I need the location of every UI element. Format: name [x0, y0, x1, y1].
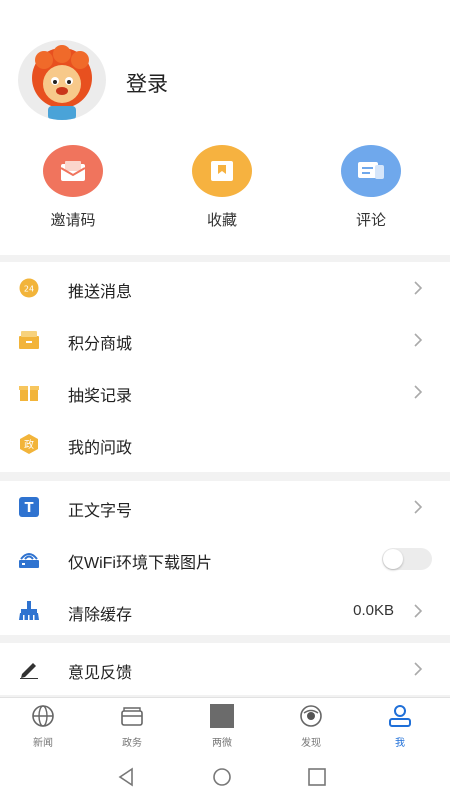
- recents-square-icon[interactable]: [307, 767, 327, 787]
- tab-label: 新闻: [33, 738, 53, 749]
- tab-government-affairs[interactable]: 政务: [102, 704, 162, 749]
- square-icon: [210, 704, 234, 728]
- menu-item-feedback[interactable]: 意见反馈: [0, 643, 450, 695]
- tab-label: 两微: [212, 738, 232, 749]
- tab-me[interactable]: 我: [370, 704, 430, 749]
- comments-label: 评论: [355, 212, 386, 229]
- chevron-right-icon: [414, 281, 423, 295]
- menu-item-lottery-records[interactable]: 抽奖记录: [0, 366, 450, 418]
- push-24h-icon: 24: [19, 278, 39, 298]
- menu-item-label: 仅WiFi环境下载图片: [68, 555, 212, 572]
- user-icon: [389, 705, 411, 727]
- folder-icon: [121, 707, 143, 726]
- chevron-right-icon: [414, 385, 423, 399]
- store-icon: [19, 331, 39, 349]
- tab-label: 政务: [122, 738, 142, 749]
- menu-item-points-mall[interactable]: 积分商城: [0, 314, 450, 366]
- envelope-icon: [43, 145, 103, 197]
- tab-news[interactable]: 新闻: [13, 704, 73, 749]
- back-triangle-icon[interactable]: [116, 767, 136, 787]
- bookmark-icon: [192, 145, 252, 197]
- avatar[interactable]: [18, 40, 106, 120]
- menu-item-label: 清除缓存: [68, 607, 133, 624]
- menu-item-push-messages[interactable]: 24 推送消息: [0, 262, 450, 314]
- login-button[interactable]: 登录: [126, 68, 168, 98]
- politics-badge-icon: 政: [20, 434, 38, 454]
- tab-discover[interactable]: 发现: [281, 704, 341, 749]
- menu-item-my-inquiries[interactable]: 政 我的问政: [0, 418, 450, 470]
- menu-item-font-size[interactable]: T 正文字号: [0, 481, 450, 533]
- discover-icon: [300, 705, 322, 727]
- wifi-only-toggle[interactable]: [382, 548, 432, 570]
- menu-item-clear-cache[interactable]: 清除缓存 0.0KB: [0, 585, 450, 637]
- menu-item-label: 积分商城: [68, 336, 133, 353]
- cache-size-value: 0.0KB: [353, 602, 394, 619]
- menu-item-label: 推送消息: [68, 284, 133, 301]
- menu-item-label: 正文字号: [68, 503, 133, 520]
- font-size-icon: T: [19, 497, 39, 517]
- menu-item-label: 我的问政: [68, 440, 133, 457]
- lion-mascot-icon: [32, 45, 92, 120]
- chevron-right-icon: [414, 662, 423, 676]
- menu-group-settings: T 正文字号 仅WiFi环境下载图片 清除缓存 0.0KB: [0, 481, 450, 635]
- invite-code-label: 邀请码: [50, 212, 96, 229]
- chevron-right-icon: [414, 333, 423, 347]
- comments-button[interactable]: 评论: [311, 145, 431, 230]
- menu-item-label: 抽奖记录: [68, 388, 133, 405]
- chevron-right-icon: [414, 604, 423, 618]
- gift-icon: [19, 386, 39, 401]
- tab-label: 我: [395, 738, 405, 749]
- menu-item-wifi-only-images: 仅WiFi环境下载图片: [0, 533, 450, 585]
- profile-header: 登录 邀请码 收藏 评论: [0, 0, 450, 255]
- svg-text:24: 24: [24, 285, 34, 294]
- pen-icon: [20, 663, 38, 679]
- tab-label: 发现: [301, 738, 321, 749]
- politics-badge-text: 政: [24, 438, 34, 451]
- tab-two-micro[interactable]: 两微: [192, 704, 252, 749]
- favorites-button[interactable]: 收藏: [162, 145, 282, 230]
- toggle-knob: [383, 549, 403, 569]
- comment-icon: [341, 145, 401, 197]
- wifi-router-icon: [19, 553, 39, 568]
- invite-code-button[interactable]: 邀请码: [13, 145, 133, 230]
- broom-icon: [19, 601, 39, 620]
- menu-item-label: 意见反馈: [68, 665, 133, 682]
- menu-group-feedback: 意见反馈: [0, 643, 450, 695]
- menu-group-services: 24 推送消息 积分商城 抽奖记录 政 我的问政: [0, 262, 450, 472]
- system-navigation-bar: [0, 755, 450, 800]
- bottom-tab-bar: 新闻 政务 两微 发现 我: [0, 697, 450, 755]
- home-circle-icon[interactable]: [212, 767, 232, 787]
- chevron-right-icon: [414, 500, 423, 514]
- favorites-label: 收藏: [206, 212, 237, 229]
- font-size-badge-text: T: [25, 501, 34, 516]
- globe-icon: [32, 705, 54, 727]
